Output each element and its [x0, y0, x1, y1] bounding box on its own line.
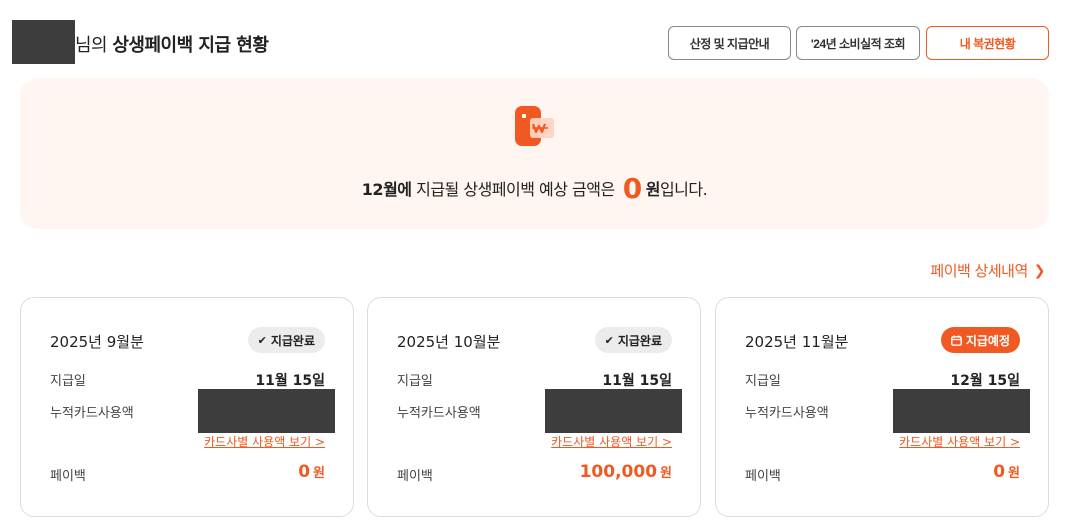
page-title-suffix: 님의	[75, 35, 113, 56]
chevron-right-icon: ❯	[1033, 262, 1046, 279]
payback-amount: 100,000	[579, 462, 658, 482]
check-icon: ✔	[257, 333, 267, 347]
redacted-user-name	[12, 20, 75, 64]
card-usage-label: 누적카드사용액	[50, 406, 134, 421]
expected-payback-banner: 12월에 지급될 상생페이백 예상 금액은 0 원입니다.	[20, 78, 1049, 229]
redacted-card-usage	[198, 389, 335, 433]
card-usage-label: 누적카드사용액	[397, 406, 481, 421]
lottery-status-button[interactable]: 내 복권현황	[926, 26, 1049, 60]
banner-text-middle: 지급될 상생페이백 예상 금액은	[411, 180, 615, 199]
payment-card-icon	[515, 106, 554, 146]
payment-month: 12월에	[361, 180, 412, 199]
calculation-guide-button[interactable]: 산정 및 지급안내	[668, 26, 791, 60]
payback-value: 100,000 원	[580, 462, 672, 482]
check-icon: ✔	[604, 333, 614, 347]
expected-amount: 0	[622, 172, 642, 205]
redacted-card-usage	[893, 389, 1030, 433]
month-card-nov: 2025년 11월분 지급예정 지급일 12월 15일 누적카드사용액 카드사별…	[715, 297, 1049, 517]
payback-amount: 0	[298, 462, 311, 482]
card-usage-label: 누적카드사용액	[745, 406, 829, 421]
status-badge: ✔ 지급완료	[247, 327, 325, 353]
payback-amount: 0	[993, 462, 1006, 482]
pay-date-label: 지급일	[397, 374, 433, 389]
payback-unit: 원	[1008, 466, 1020, 481]
payback-detail-link[interactable]: 페이백 상세내역 ❯	[930, 260, 1045, 281]
card-breakdown-link[interactable]: 카드사별 사용액 보기 >	[899, 433, 1020, 450]
expected-payback-text: 12월에 지급될 상생페이백 예상 금액은 0 원입니다.	[20, 172, 1049, 205]
status-badge: 지급예정	[940, 327, 1020, 353]
pay-date-value: 11월 15일	[255, 373, 325, 389]
card-breakdown-link[interactable]: 카드사별 사용액 보기 >	[551, 433, 672, 450]
payback-label: 페이백	[745, 469, 781, 484]
spending-history-button[interactable]: '24년 소비실적 조회	[796, 26, 920, 60]
card-title: 2025년 10월분	[397, 333, 501, 351]
payback-unit: 원	[660, 466, 672, 481]
status-label: 지급완료	[617, 333, 662, 348]
card-title: 2025년 11월분	[745, 333, 849, 351]
pay-date-value: 11월 15일	[602, 373, 672, 389]
redacted-card-usage	[545, 389, 682, 433]
payback-label: 페이백	[397, 469, 433, 484]
payback-detail-label: 페이백 상세내역	[930, 262, 1028, 280]
pay-date-value: 12월 15일	[950, 373, 1020, 389]
status-label: 지급완료	[270, 333, 315, 348]
status-badge: ✔ 지급완료	[594, 327, 672, 353]
amount-unit: 원	[645, 180, 661, 199]
payback-label: 페이백	[50, 469, 86, 484]
page-title: 님의 상생페이백 지급 현황	[75, 31, 269, 57]
payback-value: 0원	[993, 462, 1020, 482]
month-card-sep: 2025년 9월분 ✔ 지급완료 지급일 11월 15일 누적카드사용액 카드사별…	[20, 297, 354, 517]
banner-text-end: 입니다.	[659, 180, 708, 199]
pay-date-label: 지급일	[745, 374, 781, 389]
calendar-icon	[950, 335, 962, 346]
page-header: 님의 상생페이백 지급 현황 산정 및 지급안내 '24년 소비실적 조회 내 …	[12, 20, 1062, 64]
page-title-bold: 상생페이백 지급 현황	[112, 35, 269, 56]
card-title: 2025년 9월분	[50, 333, 144, 351]
status-label: 지급예정	[965, 333, 1010, 348]
payback-value: 0원	[298, 462, 325, 482]
payback-unit: 원	[313, 466, 325, 481]
month-card-oct: 2025년 10월분 ✔ 지급완료 지급일 11월 15일 누적카드사용액 카드사…	[367, 297, 701, 517]
card-breakdown-link[interactable]: 카드사별 사용액 보기 >	[204, 433, 325, 450]
pay-date-label: 지급일	[50, 374, 86, 389]
